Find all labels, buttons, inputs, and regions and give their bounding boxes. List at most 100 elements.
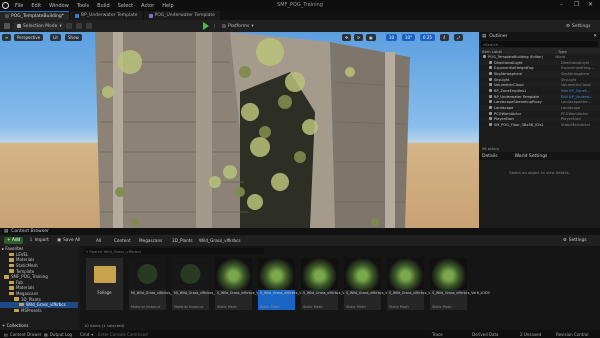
asset-search[interactable]: ⌕ Search Wild_Grass_vlfkrbcs bbox=[84, 248, 264, 254]
outliner-row-name: SkyLight bbox=[489, 77, 561, 82]
translate-tool[interactable]: ✥ bbox=[342, 34, 352, 41]
add-button[interactable]: + Add bbox=[4, 237, 24, 244]
play-options-icon[interactable]: ⋮ bbox=[212, 22, 217, 30]
outliner-row[interactable]: LandscapeStreamingProxy LandscapeStre... bbox=[479, 100, 600, 106]
column-type[interactable]: Type bbox=[558, 49, 567, 54]
asset-tile[interactable]: S_Wild_Grass_vlfkrbcs_Var6_LOD0 Static Me… bbox=[430, 258, 490, 310]
asset-tile[interactable]: Foliage bbox=[86, 258, 123, 310]
selection-mode-dropdown[interactable]: Selection Mode ▾ bbox=[14, 22, 65, 30]
maximize-button[interactable]: ❐ bbox=[574, 1, 579, 8]
perspective-button[interactable]: Perspective bbox=[14, 34, 44, 41]
show-label: Show bbox=[68, 35, 79, 40]
rotation-snap[interactable]: 10° bbox=[402, 34, 416, 41]
lit-button[interactable]: Lit bbox=[50, 34, 61, 41]
column-item-label[interactable]: Item Label bbox=[482, 49, 558, 54]
folder-icon bbox=[9, 269, 14, 273]
show-button[interactable]: Show bbox=[65, 34, 82, 41]
cmd-dropdown[interactable]: Cmd ▾ bbox=[80, 332, 93, 337]
menu-build[interactable]: Build bbox=[93, 3, 114, 9]
outliner-row-type[interactable]: Edit BP_Underw... bbox=[561, 95, 592, 99]
menu-help[interactable]: Help bbox=[158, 3, 177, 9]
tab-world-settings[interactable]: World Settings bbox=[515, 154, 548, 159]
revision-control-button[interactable]: Revision Control bbox=[556, 332, 588, 337]
outliner-row[interactable]: PCGWorldActor PCGWorldActor bbox=[479, 111, 600, 117]
outliner-row-name: POG_TemplateBuilding (Editor) bbox=[483, 54, 555, 59]
folder-icon bbox=[14, 308, 19, 313]
console-placeholder: Enter Console Command bbox=[98, 331, 148, 337]
asset-type: Static Mesh bbox=[260, 305, 280, 309]
outliner-row[interactable]: DirectionalLight DirectionalLight bbox=[479, 59, 600, 66]
settings-label: Settings bbox=[572, 23, 591, 29]
asset-tile[interactable]: S_Wild_Grass_vlfkrbcs_Var5_LOD0 Static Me… bbox=[387, 258, 447, 310]
output-log-button[interactable]: ▦ Output Log bbox=[44, 332, 72, 337]
minimize-button[interactable]: – bbox=[560, 1, 563, 8]
outliner-search[interactable]: ⌕ Search... bbox=[481, 41, 598, 47]
play-button[interactable] bbox=[203, 22, 209, 30]
derived-data-button[interactable]: Derived Data bbox=[472, 332, 499, 337]
tab-label: POG_Underwater Template bbox=[154, 13, 215, 18]
unreal-logo-icon[interactable] bbox=[0, 0, 11, 11]
console-input[interactable]: Enter Console Command bbox=[98, 332, 148, 337]
menu-window[interactable]: Window bbox=[45, 3, 73, 9]
trace-button[interactable]: Trace bbox=[432, 332, 443, 337]
maximize-viewport-button[interactable]: ⤢ bbox=[454, 34, 464, 41]
quick-add-icon[interactable] bbox=[66, 22, 72, 30]
asset-tile[interactable]: MI_Wild_Grass_vlfkrbcs_2K Material Instan… bbox=[129, 258, 176, 310]
save-icon[interactable] bbox=[4, 22, 10, 30]
menu-actor[interactable]: Actor bbox=[137, 3, 158, 9]
viewport-menu-button[interactable]: ≡ bbox=[2, 34, 12, 41]
blueprint-menu-icon[interactable] bbox=[76, 22, 82, 30]
breadcrumb-content[interactable]: Content bbox=[114, 238, 131, 243]
rotate-tool[interactable]: ⟳ bbox=[354, 34, 364, 41]
actor-icon bbox=[489, 88, 492, 92]
outliner-row[interactable]: ExponentialHeightFog ExponentialHeig... bbox=[479, 65, 600, 71]
import-button[interactable]: ⇩ Import bbox=[26, 237, 52, 244]
tab-level[interactable]: POG_TemplateBuilding* bbox=[0, 11, 70, 20]
rotate-icon: ⟳ bbox=[357, 35, 361, 40]
menu-edit[interactable]: Edit bbox=[27, 3, 45, 9]
outliner-row[interactable]: SM_POG_Floor_3Bx3B_02s1 StaticMeshActor bbox=[479, 122, 600, 128]
tab-blueprint[interactable]: BP_Underwater Template bbox=[70, 11, 143, 20]
level-viewport[interactable]: ≡ Perspective Lit Show ✥ ⟳ ▣ 10 10° 0.25… bbox=[0, 32, 479, 228]
content-settings-button[interactable]: ⚙ Settings bbox=[560, 237, 589, 244]
scale-snap[interactable]: 0.25 bbox=[420, 34, 435, 41]
settings-button[interactable]: ⚙ Settings bbox=[566, 22, 591, 30]
tab-details[interactable]: Details bbox=[482, 154, 498, 159]
outliner-row-label: BP_Underwater Template bbox=[494, 94, 540, 99]
asset-tile[interactable]: S_Wild_Grass_vlfkrbcs_Var2_LOD0 Static Me… bbox=[258, 258, 318, 310]
folder-tree-item[interactable]: MSPresets bbox=[0, 308, 78, 314]
asset-tile[interactable]: MI_Wild_Grass_vlfkrbcs_Billboard_2K Mater… bbox=[172, 258, 236, 310]
asset-tile[interactable]: S_Wild_Grass_vlfkrbcs_Var3_LOD0 Static Me… bbox=[301, 258, 361, 310]
folder-icon bbox=[9, 291, 14, 296]
breadcrumb-all[interactable]: All bbox=[96, 238, 101, 243]
unsaved-button[interactable]: 2 Unsaved bbox=[520, 332, 541, 337]
outliner-row[interactable]: BP_ZoneEmpties1 Edit BP_ZoneE... bbox=[479, 88, 600, 94]
menu-tools[interactable]: Tools bbox=[73, 3, 93, 9]
outliner-row-type[interactable]: Edit BP_ZoneE... bbox=[561, 89, 590, 93]
breadcrumb-wild-grass[interactable]: Wild_Grass_vlfkrbcs bbox=[199, 238, 241, 243]
close-button[interactable]: ✕ bbox=[588, 1, 593, 8]
outliner-row[interactable]: BP_Underwater Template Edit BP_Underw... bbox=[479, 93, 600, 100]
menu-file[interactable]: File bbox=[11, 3, 27, 9]
scale-tool[interactable]: ▣ bbox=[366, 34, 376, 41]
camera-speed[interactable]: 4 bbox=[440, 34, 449, 41]
asset-tile[interactable]: S_Wild_Grass_vlfkrbcs_Var1_LOD0 Static Me… bbox=[215, 258, 275, 310]
content-drawer-button[interactable]: ▤ Content Drawer bbox=[4, 332, 42, 337]
menu-select[interactable]: Select bbox=[114, 3, 137, 9]
folder-icon bbox=[9, 252, 14, 257]
asset-name: S_Wild_Grass_vlfkrbcs_Var5_LOD0 bbox=[389, 291, 447, 295]
outliner-row[interactable]: SkyAtmosphere SkyAtmosphere bbox=[479, 71, 600, 77]
grid-snap[interactable]: 10 bbox=[386, 34, 398, 41]
breadcrumb-megascans[interactable]: Megascans bbox=[139, 238, 162, 243]
close-icon[interactable]: ✕ bbox=[593, 34, 597, 39]
asset-type: Material Instance bbox=[131, 305, 161, 309]
outliner-row-type: LandscapeStre... bbox=[561, 100, 592, 105]
asset-tile[interactable]: S_Wild_Grass_vlfkrbcs_Var4_LOD0 Static Me… bbox=[344, 258, 404, 310]
outliner-row[interactable]: VolumetricCloud VolumetricCloud bbox=[479, 82, 600, 89]
breadcrumb-3d-plants[interactable]: 3D_Plants bbox=[172, 238, 193, 243]
platforms-dropdown[interactable]: Platforms ▾ bbox=[222, 22, 254, 30]
save-all-button[interactable]: ▣ Save All bbox=[54, 237, 83, 244]
collections-section[interactable]: + Collections bbox=[2, 322, 29, 328]
cinematics-icon[interactable] bbox=[86, 22, 92, 30]
tab-pcg[interactable]: POG_Underwater Template bbox=[143, 11, 220, 20]
